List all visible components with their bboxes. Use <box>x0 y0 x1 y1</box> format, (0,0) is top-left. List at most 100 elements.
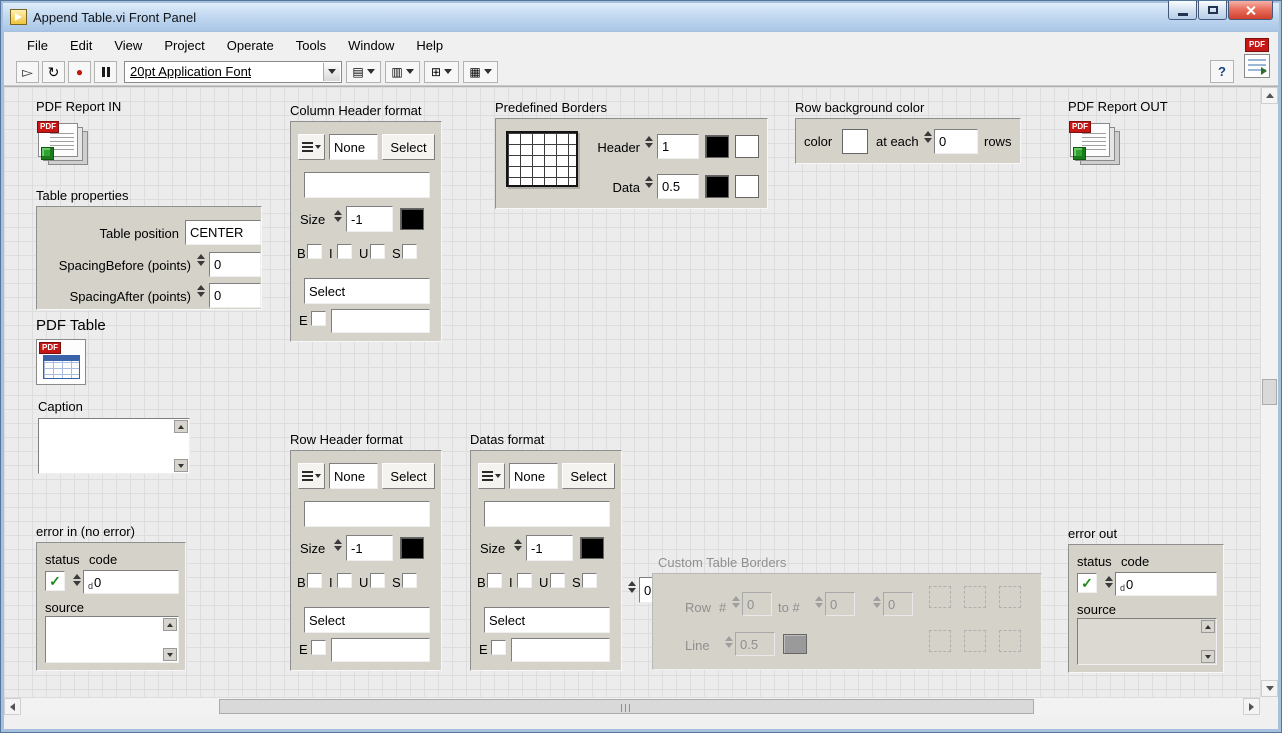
menu-view[interactable]: View <box>103 34 153 57</box>
format-text-field[interactable] <box>484 501 610 527</box>
underline-checkbox[interactable] <box>370 244 385 259</box>
font-color-swatch[interactable] <box>400 537 424 559</box>
strike-checkbox[interactable] <box>402 244 417 259</box>
font-select-field[interactable]: Select <box>304 278 430 304</box>
font-selector[interactable]: 20pt Application Font <box>124 61 342 83</box>
status-boolean[interactable]: ✓ <box>45 571 65 591</box>
spacing-before-field[interactable]: 0 <box>209 252 261 277</box>
extra-field[interactable] <box>511 638 610 662</box>
size-spinner[interactable] <box>332 539 343 551</box>
data-fill-color-swatch[interactable] <box>735 175 759 198</box>
table-position-field[interactable]: CENTER <box>185 220 261 245</box>
extra-checkbox[interactable] <box>491 640 506 655</box>
abort-button[interactable]: ● <box>68 61 91 83</box>
menu-operate[interactable]: Operate <box>216 34 285 57</box>
resize-objects-dropdown[interactable]: ⊞ <box>424 61 459 83</box>
size-field[interactable]: -1 <box>526 535 573 561</box>
format-text-field[interactable] <box>304 501 430 527</box>
index-spinner[interactable] <box>626 581 637 593</box>
color-select-button[interactable]: Select <box>562 463 615 489</box>
menu-file[interactable]: File <box>16 34 59 57</box>
underline-checkbox[interactable] <box>550 573 565 588</box>
scroll-up-button[interactable] <box>163 618 177 631</box>
vertical-scrollbar[interactable] <box>1260 87 1278 697</box>
reorder-dropdown[interactable]: ▦ <box>463 61 498 83</box>
data-width-spinner[interactable] <box>643 176 654 188</box>
header-width-field[interactable]: 1 <box>657 134 699 159</box>
color-select-button[interactable]: Select <box>382 134 435 160</box>
extra-checkbox[interactable] <box>311 640 326 655</box>
italic-checkbox[interactable] <box>337 244 352 259</box>
spacing-before-spinner[interactable] <box>195 254 206 266</box>
titlebar[interactable]: Append Table.vi Front Panel <box>3 3 1279 31</box>
justify-dropdown-button[interactable] <box>298 463 325 489</box>
data-border-color-swatch[interactable] <box>705 175 729 198</box>
scroll-right-button[interactable] <box>1243 698 1260 715</box>
menu-edit[interactable]: Edit <box>59 34 103 57</box>
row-color-swatch[interactable] <box>842 129 868 154</box>
caption-scrollbar[interactable] <box>174 420 188 472</box>
extra-field[interactable] <box>331 309 430 333</box>
context-help-button[interactable]: ? <box>1210 60 1234 83</box>
header-border-color-swatch[interactable] <box>705 135 729 158</box>
scroll-left-button[interactable] <box>4 698 21 715</box>
size-spinner[interactable] <box>512 539 523 551</box>
menu-window[interactable]: Window <box>337 34 405 57</box>
horizontal-scrollbar[interactable] <box>4 697 1260 715</box>
report-palette-icon[interactable] <box>1244 54 1270 78</box>
color-select-button[interactable]: Select <box>382 463 435 489</box>
run-continuously-button[interactable]: ↻ <box>42 61 65 83</box>
bold-checkbox[interactable] <box>307 244 322 259</box>
extra-checkbox[interactable] <box>311 311 326 326</box>
justify-dropdown-button[interactable] <box>298 134 325 160</box>
spacing-after-spinner[interactable] <box>195 285 206 297</box>
caption-textarea[interactable] <box>38 418 190 474</box>
source-scrollbar[interactable] <box>1201 620 1215 663</box>
scroll-down-button[interactable] <box>163 648 177 661</box>
vi-icon[interactable] <box>10 9 27 25</box>
size-spinner[interactable] <box>332 210 343 222</box>
justify-dropdown-button[interactable] <box>478 463 505 489</box>
align-objects-dropdown[interactable]: ▤ <box>346 61 381 83</box>
size-field[interactable]: -1 <box>346 535 393 561</box>
bold-checkbox[interactable] <box>487 573 502 588</box>
header-width-spinner[interactable] <box>643 136 654 148</box>
strike-checkbox[interactable] <box>402 573 417 588</box>
pdf-report-out-control[interactable]: PDF <box>1068 119 1122 169</box>
scroll-down-button[interactable] <box>1201 650 1215 663</box>
source-scrollbar[interactable] <box>163 618 177 661</box>
scroll-up-button[interactable] <box>1201 620 1215 633</box>
minimize-button[interactable] <box>1168 1 1197 20</box>
italic-checkbox[interactable] <box>517 573 532 588</box>
font-select-field[interactable]: Select <box>304 607 430 633</box>
strike-checkbox[interactable] <box>582 573 597 588</box>
rows-count-spinner[interactable] <box>922 131 933 143</box>
code-field[interactable]: d 0 <box>83 570 179 594</box>
pdf-table-control[interactable]: PDF <box>36 339 86 385</box>
scroll-down-button[interactable] <box>174 459 188 472</box>
alignment-select[interactable]: None <box>329 463 378 489</box>
header-fill-color-swatch[interactable] <box>735 135 759 158</box>
rows-count-field[interactable]: 0 <box>934 129 978 154</box>
source-textarea[interactable] <box>45 616 179 663</box>
bold-checkbox[interactable] <box>307 573 322 588</box>
maximize-button[interactable] <box>1198 1 1227 20</box>
status-boolean[interactable]: ✓ <box>1077 573 1097 593</box>
font-selector-dropdown[interactable] <box>323 63 340 81</box>
alignment-select[interactable]: None <box>509 463 558 489</box>
pdf-report-in-control[interactable]: PDF <box>36 119 90 169</box>
run-button[interactable]: ▻ <box>16 61 39 83</box>
close-button[interactable] <box>1228 1 1273 20</box>
code-spinner[interactable] <box>71 574 82 586</box>
underline-checkbox[interactable] <box>370 573 385 588</box>
scroll-up-button[interactable] <box>1261 87 1278 104</box>
pdf-toolkit-icon[interactable]: PDF <box>1245 38 1269 52</box>
distribute-objects-dropdown[interactable]: ▥ <box>385 61 420 83</box>
alignment-select[interactable]: None <box>329 134 378 160</box>
menu-tools[interactable]: Tools <box>285 34 337 57</box>
scroll-down-button[interactable] <box>1261 680 1278 697</box>
extra-field[interactable] <box>331 638 430 662</box>
font-color-swatch[interactable] <box>400 208 424 230</box>
font-select-field[interactable]: Select <box>484 607 610 633</box>
pause-button[interactable] <box>94 61 117 83</box>
